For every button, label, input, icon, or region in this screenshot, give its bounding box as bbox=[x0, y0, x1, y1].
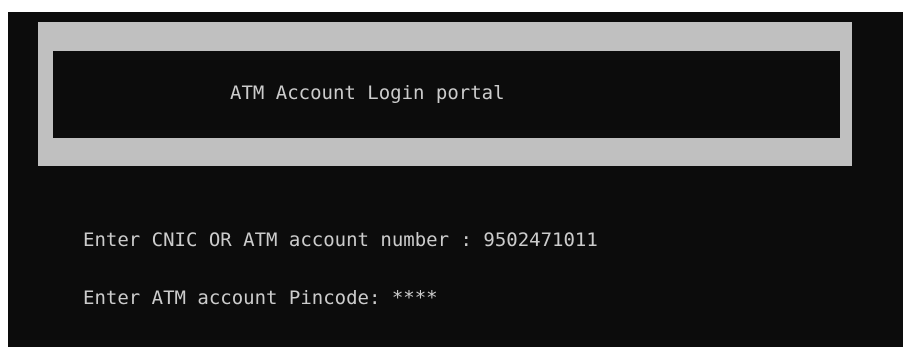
cnic-account-number-label: Enter CNIC OR ATM account number : bbox=[83, 229, 484, 251]
cnic-account-number-prompt: Enter CNIC OR ATM account number : 95024… bbox=[83, 228, 598, 252]
console-window[interactable]: ATM Account Login portal Enter CNIC OR A… bbox=[8, 12, 903, 347]
banner-inner-box: ATM Account Login portal bbox=[53, 51, 840, 138]
pincode-value[interactable]: **** bbox=[392, 287, 438, 309]
screenshot: ATM Account Login portal Enter CNIC OR A… bbox=[0, 0, 914, 347]
cnic-account-number-value[interactable]: 9502471011 bbox=[483, 229, 597, 251]
pincode-label: Enter ATM account Pincode: bbox=[83, 287, 392, 309]
pincode-prompt: Enter ATM account Pincode: **** bbox=[83, 286, 438, 310]
banner-frame: ATM Account Login portal bbox=[38, 22, 852, 166]
banner-title: ATM Account Login portal bbox=[230, 82, 505, 104]
